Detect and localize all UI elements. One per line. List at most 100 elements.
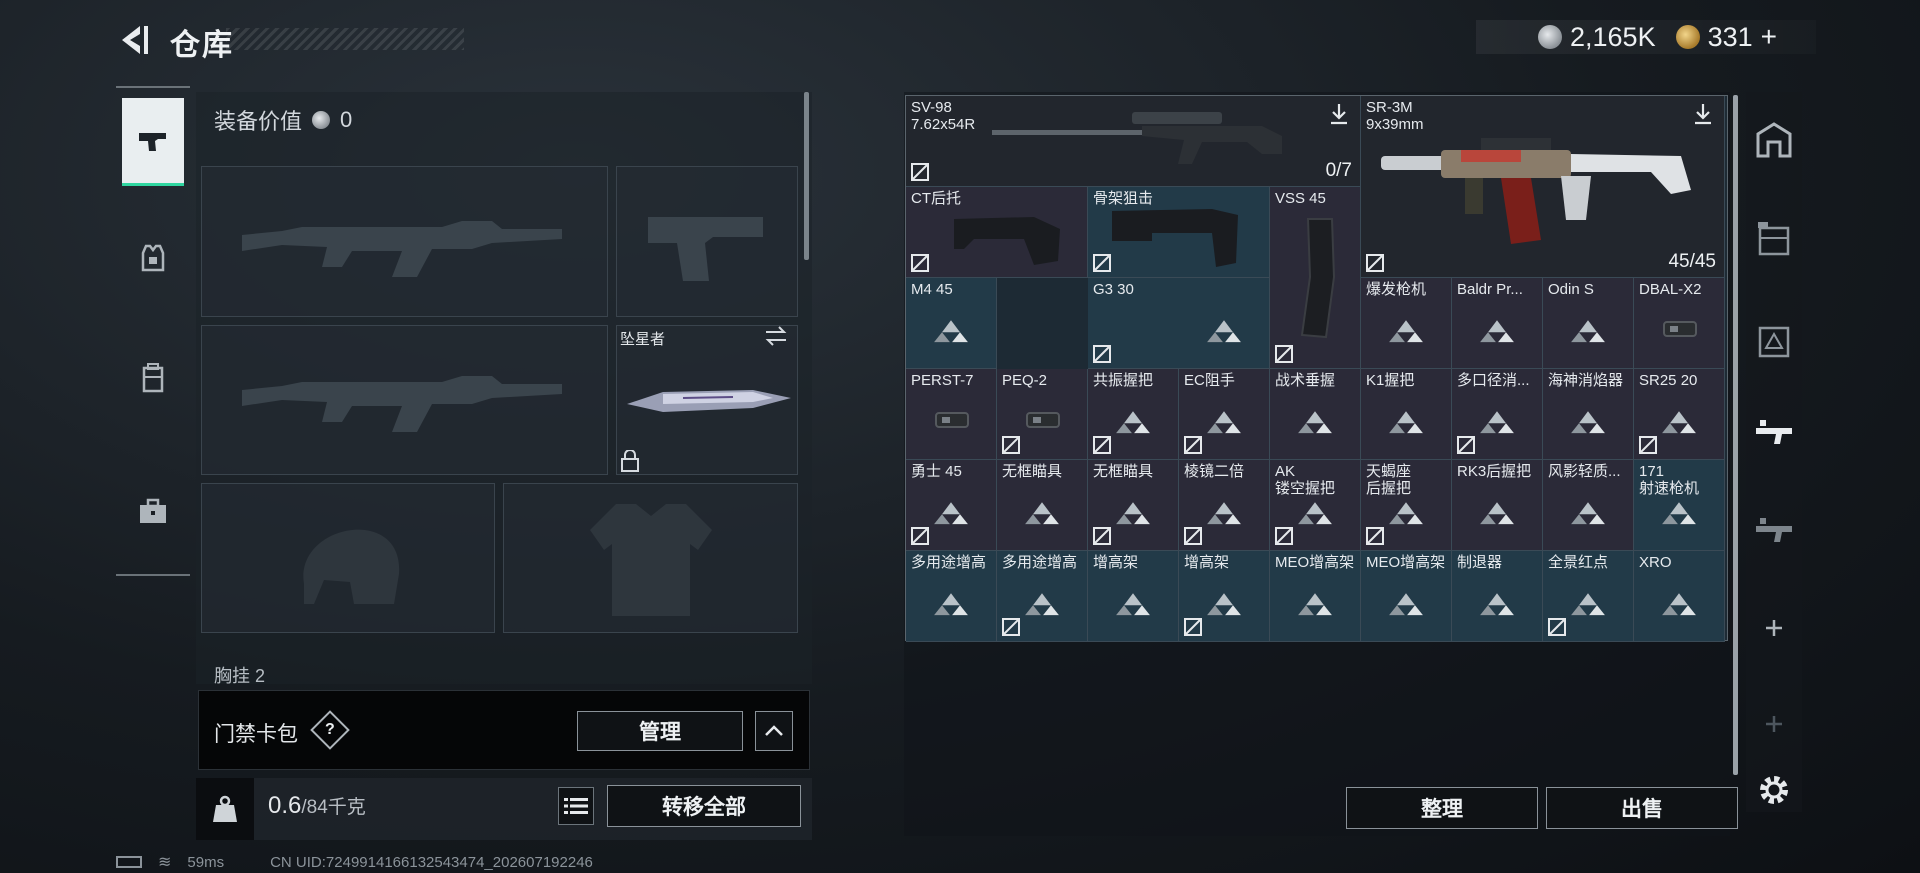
- item-cell[interactable]: 无框瞄具: [1088, 460, 1179, 551]
- item-cell[interactable]: PERST-7: [906, 369, 997, 460]
- item-cell[interactable]: MEO增高架: [1361, 551, 1452, 642]
- rail-item-case[interactable]: [122, 468, 184, 556]
- item-cell[interactable]: CT后托: [906, 187, 1088, 278]
- download-icon[interactable]: [1328, 102, 1350, 126]
- item-cell[interactable]: 多口径消...: [1452, 369, 1543, 460]
- item-cell[interactable]: PEQ-2: [997, 369, 1088, 460]
- item-cell[interactable]: 制退器: [1452, 551, 1543, 642]
- storage-tab-2[interactable]: [1752, 216, 1796, 260]
- rail-item-weapons[interactable]: [122, 98, 184, 186]
- primary-weapon-slot[interactable]: [201, 166, 608, 317]
- unknown-item-icon: [1480, 411, 1514, 434]
- item-cell[interactable]: 海神消焰器: [1543, 369, 1634, 460]
- add-currency-button[interactable]: +: [1761, 21, 1777, 53]
- manage-button[interactable]: 管理: [577, 711, 743, 751]
- sell-button[interactable]: 出售: [1546, 787, 1738, 829]
- rail-item-backpack[interactable]: [122, 334, 184, 422]
- item-cell[interactable]: Odin S: [1543, 278, 1634, 369]
- unknown-item-icon: [1298, 502, 1332, 525]
- item-cell[interactable]: DBAL-X2: [1634, 278, 1725, 369]
- unknown-item-icon: [1298, 411, 1332, 434]
- item-name: VSS 45: [1275, 190, 1326, 207]
- item-sv98[interactable]: SV-98 7.62x54R 0/7: [906, 96, 1361, 187]
- item-cell[interactable]: 风影轻质...: [1543, 460, 1634, 551]
- sort-button[interactable]: 整理: [1346, 787, 1538, 829]
- gold-amount: 331: [1707, 21, 1753, 52]
- list-view-button[interactable]: [558, 787, 594, 825]
- uid-text: CN UID:7249914166132543474_202607192246: [270, 853, 593, 871]
- equipment-value-amount: 0: [340, 107, 353, 132]
- secondary-weapon-slot[interactable]: [201, 325, 608, 475]
- item-name: EC阻手: [1184, 372, 1235, 389]
- item-name: 棱镜二倍: [1184, 463, 1245, 480]
- item-sr3m[interactable]: SR-3M 9x39mm 45/45: [1361, 96, 1725, 278]
- pistol-silhouette-icon: [648, 217, 763, 281]
- unknown-item-icon: [1571, 320, 1605, 343]
- item-cell[interactable]: K1握把: [1361, 369, 1452, 460]
- rail-item-armor[interactable]: [122, 214, 184, 302]
- pistol-slot[interactable]: [616, 166, 798, 317]
- collapse-button[interactable]: [755, 711, 793, 751]
- unknown-item-icon: [1025, 593, 1059, 616]
- item-vss-magazine[interactable]: VSS 45: [1270, 187, 1361, 369]
- item-cell[interactable]: 棱镜二倍: [1179, 460, 1270, 551]
- no-label-icon: [911, 254, 929, 272]
- item-cell[interactable]: 171 射速枪机: [1634, 460, 1725, 551]
- storage-tab-main[interactable]: [1752, 118, 1796, 162]
- item-cell[interactable]: G3 30: [1088, 278, 1270, 369]
- item-cell[interactable]: 勇士 45: [906, 460, 997, 551]
- item-cell[interactable]: 增高架: [1179, 551, 1270, 642]
- swap-icon[interactable]: [764, 326, 788, 346]
- item-name: M4 45: [911, 281, 953, 298]
- storage-tab-3[interactable]: [1752, 318, 1796, 362]
- item-cell[interactable]: 全景红点: [1543, 551, 1634, 642]
- melee-name: 坠星者: [620, 331, 666, 348]
- item-cell[interactable]: SR25 20: [1634, 369, 1725, 460]
- assault-rifle-icon: [1381, 138, 1691, 244]
- item-cell[interactable]: 天蝎座 后握把: [1361, 460, 1452, 551]
- item-name: CT后托: [911, 190, 961, 207]
- unknown-item-icon: [1116, 502, 1150, 525]
- item-cell[interactable]: 爆发枪机: [1361, 278, 1452, 369]
- item-cell[interactable]: 共振握把: [1088, 369, 1179, 460]
- item-cell[interactable]: 多用途增高: [997, 551, 1088, 642]
- transfer-all-button[interactable]: 转移全部: [607, 785, 801, 827]
- helmet-slot[interactable]: [201, 483, 495, 633]
- unknown-item-icon: [1480, 502, 1514, 525]
- item-cell[interactable]: 战术垂握: [1270, 369, 1361, 460]
- settings-button[interactable]: [1752, 768, 1796, 812]
- back-arrow-icon[interactable]: [114, 22, 150, 58]
- add-tab-button[interactable]: [1752, 606, 1796, 650]
- item-name: 海神消焰器: [1548, 372, 1624, 389]
- vest-icon: [141, 244, 165, 272]
- item-cell[interactable]: RK3后握把: [1452, 460, 1543, 551]
- item-cell[interactable]: MEO增高架: [1270, 551, 1361, 642]
- item-cell[interactable]: 增高架: [1088, 551, 1179, 642]
- attachment-icon: [935, 412, 969, 428]
- storage-tab-5[interactable]: [1752, 508, 1796, 552]
- item-cell[interactable]: M4 45: [906, 278, 997, 369]
- no-label-icon: [1639, 436, 1657, 454]
- item-cell[interactable]: 骨架狙击: [1088, 187, 1270, 278]
- item-cell[interactable]: 多用途增高: [906, 551, 997, 642]
- item-cell[interactable]: 无框瞄具: [997, 460, 1088, 551]
- container-icon: [1758, 326, 1790, 358]
- item-name: 增高架: [1093, 554, 1139, 571]
- item-cell[interactable]: Baldr Pr...: [1452, 278, 1543, 369]
- item-cell[interactable]: EC阻手: [1179, 369, 1270, 460]
- ammo-count: 0/7: [1325, 160, 1352, 181]
- item-cell[interactable]: AK 镂空握把: [1270, 460, 1361, 551]
- download-icon[interactable]: [1692, 102, 1714, 126]
- no-label-icon: [1275, 527, 1293, 545]
- help-glyph: ?: [325, 721, 335, 738]
- inventory-scrollbar[interactable]: [1733, 95, 1738, 775]
- silver-amount: 2,165K: [1570, 21, 1656, 52]
- equipment-scrollbar[interactable]: [804, 92, 809, 260]
- rifle-rack-icon: [1756, 518, 1792, 542]
- item-name: 战术垂握: [1275, 372, 1336, 389]
- item-cell[interactable]: XRO: [1634, 551, 1725, 642]
- chest-rig-label: 胸挂 2: [214, 666, 266, 686]
- armor-slot[interactable]: [503, 483, 798, 633]
- storage-tab-weapons[interactable]: [1752, 410, 1796, 454]
- no-label-icon: [1002, 436, 1020, 454]
